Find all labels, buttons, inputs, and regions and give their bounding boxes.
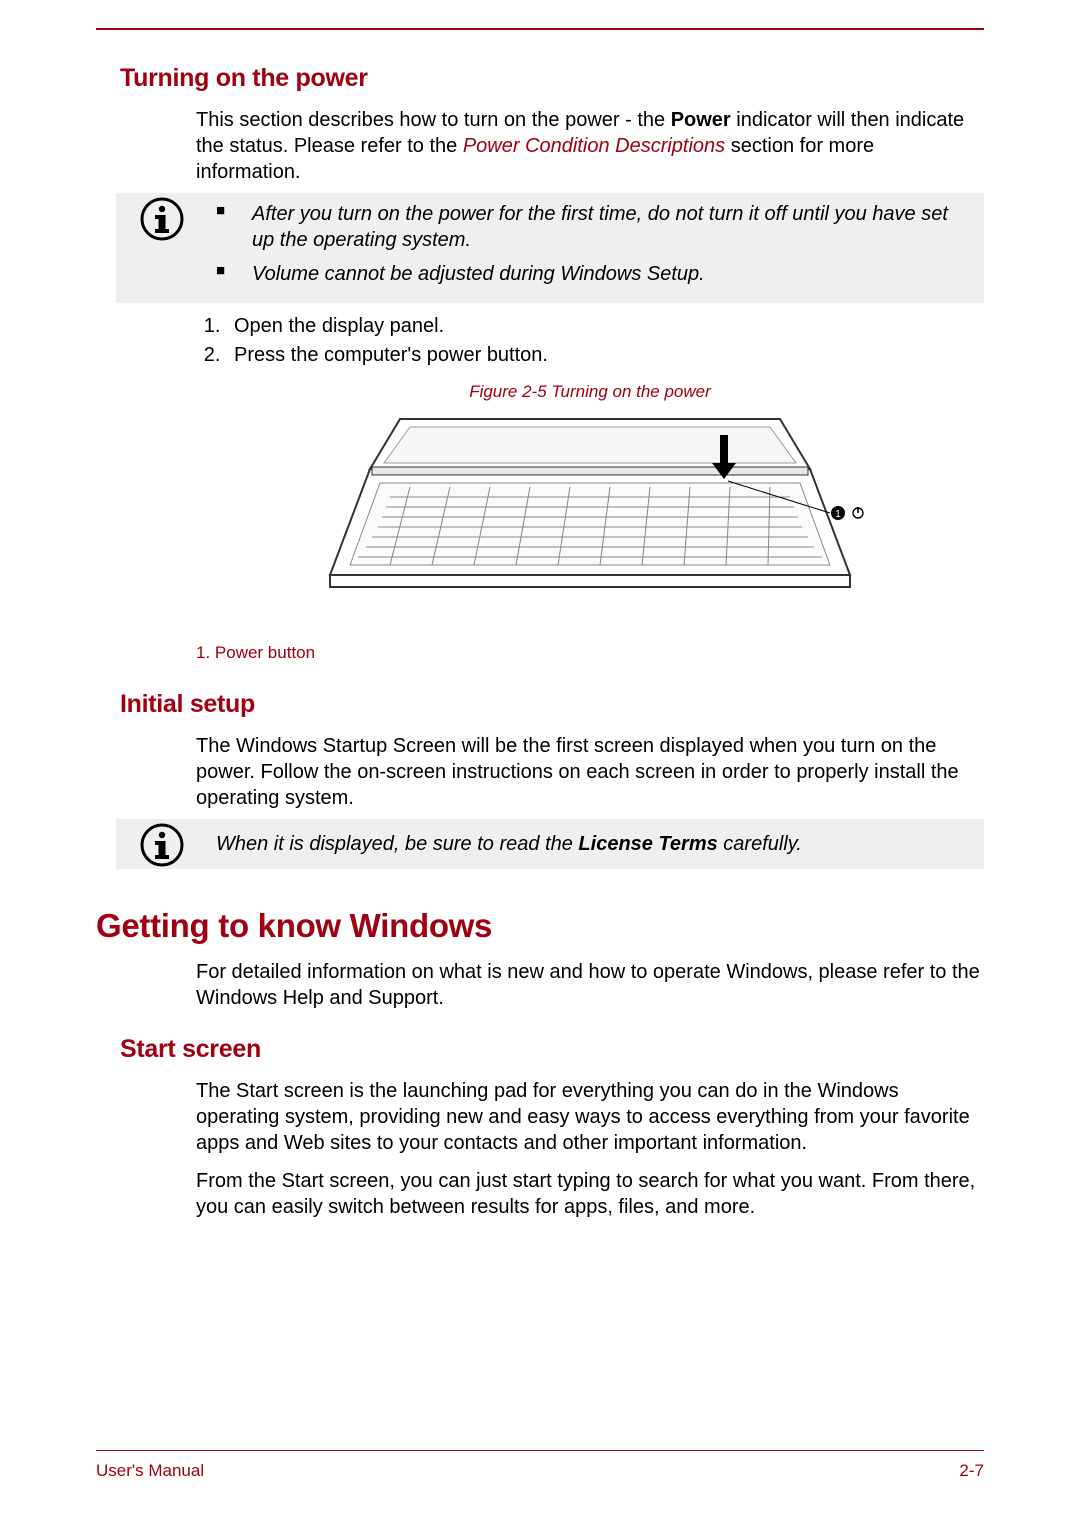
start-screen-p1: The Start screen is the launching pad fo… [196, 1078, 984, 1156]
info-icon [140, 823, 184, 867]
getting-to-know-body: For detailed information on what is new … [196, 959, 984, 1011]
note-bullet-item: After you turn on the power for the firs… [216, 201, 974, 253]
figure-callout-number: 1 [835, 509, 841, 520]
figure-caption: Figure 2-5 Turning on the power [196, 381, 984, 403]
page-footer: User's Manual 2-7 [96, 1450, 984, 1481]
note-box: After you turn on the power for the firs… [116, 193, 984, 303]
note-bullet-list: After you turn on the power for the firs… [216, 201, 974, 287]
initial-setup-body: The Windows Startup Screen will be the f… [196, 733, 984, 811]
info-icon [140, 197, 184, 241]
power-conditions-link[interactable]: Power Condition Descriptions [463, 135, 725, 157]
heading-getting-to-know-windows: Getting to know Windows [96, 907, 984, 945]
figure-laptop: 1 [310, 407, 870, 634]
note-box-license: When it is displayed, be sure to read th… [116, 819, 984, 869]
text: When it is displayed, be sure to read th… [216, 833, 578, 855]
footer-manual-label: User's Manual [96, 1461, 204, 1481]
text: carefully. [718, 833, 802, 855]
step-item: Press the computer's power button. [226, 342, 984, 369]
header-rule [96, 28, 984, 30]
intro-paragraph: This section describes how to turn on th… [196, 107, 984, 185]
footer-page-number: 2-7 [959, 1461, 984, 1481]
heading-start-screen: Start screen [120, 1035, 984, 1064]
steps-list: Open the display panel. Press the comput… [196, 313, 984, 369]
step-item: Open the display panel. [226, 313, 984, 340]
heading-initial-setup: Initial setup [120, 690, 984, 719]
start-screen-p2: From the Start screen, you can just star… [196, 1168, 984, 1220]
heading-turning-on-power: Turning on the power [120, 64, 984, 93]
footer-rule [96, 1450, 984, 1451]
license-terms-bold: License Terms [578, 833, 717, 855]
figure-legend: 1. Power button [196, 642, 984, 664]
text: This section describes how to turn on th… [196, 109, 671, 131]
note-bullet-item: Volume cannot be adjusted during Windows… [216, 261, 974, 287]
power-bold: Power [671, 109, 731, 131]
page: Turning on the power This section descri… [0, 0, 1080, 1521]
